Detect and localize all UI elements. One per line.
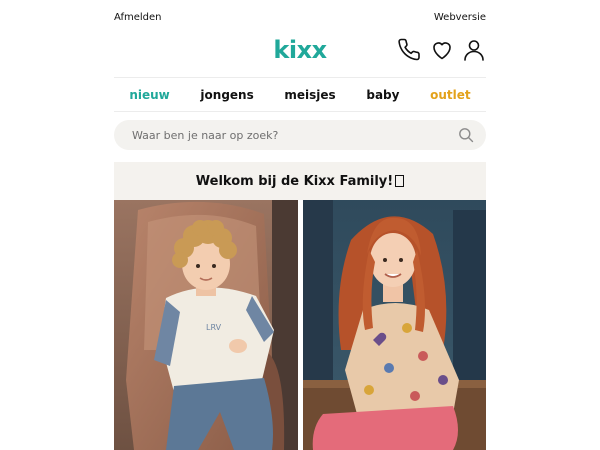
search-bar <box>114 120 486 150</box>
nav-item-baby[interactable]: baby <box>366 88 399 102</box>
missing-emoji-glyph <box>395 175 405 187</box>
logout-link[interactable]: Afmelden <box>114 12 162 23</box>
nav-item-outlet[interactable]: outlet <box>430 88 471 102</box>
photo-girl[interactable] <box>303 200 486 450</box>
welcome-text: Welkom bij de Kixx Family! <box>195 173 394 189</box>
photo-boy[interactable]: LRV <box>114 200 298 450</box>
heart-icon[interactable] <box>430 38 454 62</box>
nav-item-jongens[interactable]: jongens <box>200 88 253 102</box>
search-input[interactable] <box>130 127 458 143</box>
nav-divider <box>114 111 486 112</box>
site-header: kixx <box>114 26 486 76</box>
utility-bar: Afmelden Webversie <box>114 8 486 26</box>
header-actions <box>398 38 486 62</box>
web-version-link[interactable]: Webversie <box>434 12 486 23</box>
search-icon[interactable] <box>458 127 474 143</box>
welcome-banner: Welkom bij de Kixx Family! <box>114 162 486 200</box>
mobile-page: Afmelden Webversie kixx nieuw jongens me… <box>0 0 600 450</box>
user-icon[interactable] <box>462 38 486 62</box>
svg-text:LRV: LRV <box>206 323 222 332</box>
category-nav: nieuw jongens meisjes baby outlet <box>114 84 486 106</box>
nav-item-meisjes[interactable]: meisjes <box>284 88 335 102</box>
header-divider <box>114 77 486 78</box>
nav-item-nieuw[interactable]: nieuw <box>129 88 169 102</box>
phone-icon[interactable] <box>398 38 422 62</box>
